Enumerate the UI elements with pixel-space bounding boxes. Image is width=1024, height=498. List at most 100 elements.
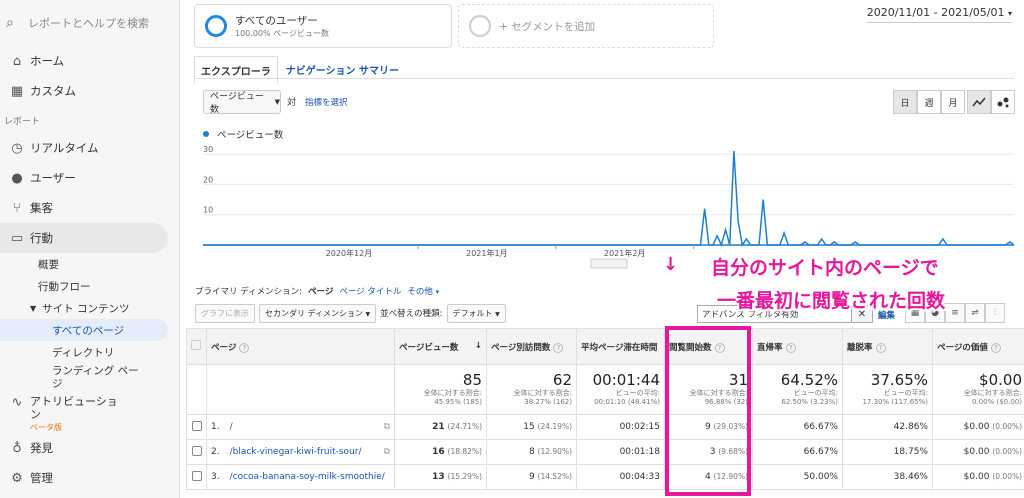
person-icon: ●	[11, 170, 23, 186]
day-button[interactable]: 日	[893, 90, 917, 114]
sort-type-label: 並べ替えの種類:	[380, 309, 443, 319]
sidebar-item-users[interactable]: ● ユーザー	[0, 163, 179, 193]
total-cell: 00:01:44 ビューの平均: 00:01:10 (48.41%)	[576, 364, 665, 415]
total-cell: 62 全体に対する割合: 38.27% (162)	[486, 364, 577, 415]
data-table: ページ? ページビュー数 ↓ ページ別訪問数? 平均ページ滞在時間 閲覧開始数? …	[186, 328, 1024, 490]
sidebar-item-realtime[interactable]: ◷ リアルタイム	[0, 133, 179, 163]
term-cloud-icon[interactable]: ⫶	[985, 303, 1005, 323]
sidebar-item-custom[interactable]: ▦ カスタム	[0, 76, 179, 106]
total-cell: 37.65% ビューの平均: 17.30% (117.65%)	[842, 364, 933, 415]
sidebar-item-home[interactable]: ⌂ ホーム	[0, 46, 179, 76]
page-link[interactable]: /	[230, 422, 233, 432]
select-metric-link[interactable]: 指標を選択	[305, 96, 348, 108]
date-range-picker[interactable]: 2020/11/01 - 2021/05/01 ▾	[866, 6, 1012, 23]
header-exit-rate[interactable]: 離脱率?	[842, 328, 933, 365]
row-checkbox[interactable]	[186, 414, 207, 440]
series-line-pageviews	[203, 151, 1015, 248]
x-tick-label: 2021年2月	[604, 248, 645, 258]
motion-chart-icon[interactable]	[991, 90, 1015, 114]
chart-collapse-handle	[590, 258, 628, 269]
header-page[interactable]: ページ?	[206, 328, 395, 365]
vs-label: 対	[287, 98, 297, 108]
metric-select[interactable]: ページビュー数 ▼	[203, 90, 281, 115]
tab-divider	[194, 78, 1014, 79]
page-link[interactable]: /black-vinegar-kiwi-fruit-sour/	[230, 447, 362, 457]
sidebar-sub-overview[interactable]: 概要	[0, 253, 179, 275]
sidebar-item-discover[interactable]: ♁ 発見	[0, 433, 179, 463]
y-tick-label: 10	[203, 206, 213, 215]
secondary-dimension-select[interactable]: セカンダリ ディメンション ▼	[259, 303, 377, 323]
page-link[interactable]: /cocoa-banana-soy-milk-smoothie/	[230, 472, 385, 482]
x-tick-label: 2021年1月	[466, 248, 507, 258]
sidebar-sub-behavior-flow[interactable]: 行動フロー	[0, 275, 179, 297]
primary-dimension-row: プライマリ ディメンション: ページ ページ タイトル その他 ▾	[195, 285, 440, 297]
lightbulb-icon: ♁	[12, 440, 22, 456]
help-icon: ?	[990, 342, 1001, 353]
performance-bar-icon[interactable]: ≡	[945, 303, 965, 323]
dimension-page-title[interactable]: ページ タイトル	[339, 285, 401, 297]
dropdown-caret-icon: ▼	[365, 310, 371, 318]
tab-navigation-summary[interactable]: ナビゲーション サマリー	[278, 56, 407, 84]
beta-badge: ベータ版	[30, 423, 62, 432]
header-avg-time[interactable]: 平均ページ滞在時間	[576, 328, 665, 365]
dashboard-icon: ▦	[10, 83, 24, 99]
total-cell: 85 全体に対する割合: 45.95% (185)	[394, 364, 487, 415]
time-granularity: 日 週 月	[893, 90, 965, 114]
sidebar-item-attribution[interactable]: ∿ アトリビューショ ン ベータ版	[0, 393, 179, 433]
add-segment-button[interactable]: + セグメントを追加	[458, 4, 714, 48]
search-input[interactable]: レポートとヘルプを検索	[28, 15, 149, 31]
chart-legend: ページビュー数	[203, 127, 283, 141]
dimension-other[interactable]: その他 ▾	[407, 285, 439, 297]
table-row: 2./black-vinegar-kiwi-fruit-sour/⧉ 16 (1…	[186, 439, 1024, 465]
header-page-value[interactable]: ページの価値?	[932, 328, 1024, 365]
chevron-down-icon: ▾	[1007, 9, 1012, 18]
caret-down-icon: ▼	[30, 303, 37, 313]
sidebar-sub-directory[interactable]: ディレクトリ	[0, 341, 179, 363]
external-link-icon[interactable]: ⧉	[384, 447, 390, 457]
behavior-icon: ▭	[10, 230, 24, 246]
search-bar[interactable]: ⌕ レポートとヘルプを検索	[0, 0, 179, 46]
sidebar-item-acquisition[interactable]: ⑂ 集客	[0, 193, 179, 223]
plot-rows-button[interactable]: グラフに表示	[195, 303, 255, 323]
table-header-row: ページ? ページビュー数 ↓ ページ別訪問数? 平均ページ滞在時間 閲覧開始数? …	[186, 328, 1024, 365]
week-button[interactable]: 週	[917, 90, 941, 114]
tab-explorer[interactable]: エクスプローラ	[194, 56, 278, 84]
table-controls: グラフに表示 セカンダリ ディメンション ▼ 並べ替えの種類: デフォルト ▼	[195, 302, 506, 324]
help-icon: ?	[553, 342, 564, 353]
dimension-page[interactable]: ページ	[308, 285, 333, 297]
help-icon: ?	[875, 342, 886, 353]
row-checkbox[interactable]	[186, 464, 207, 490]
page-cell: 3./cocoa-banana-soy-milk-smoothie/	[206, 464, 395, 490]
help-icon: ?	[239, 342, 250, 353]
external-link-icon[interactable]: ⧉	[384, 422, 390, 432]
chart-type-buttons	[967, 90, 1015, 114]
chevron-down-icon: ▾	[435, 288, 440, 296]
sidebar-item-admin[interactable]: ⚙ 管理	[0, 463, 179, 493]
totals-row: 85 全体に対する割合: 45.95% (185) 62 全体に対する割合: 38.27…	[186, 364, 1024, 415]
header-unique-pageviews[interactable]: ページ別訪問数?	[486, 328, 577, 365]
annotation-line-1: 自分のサイト内のページで	[711, 257, 939, 279]
sidebar: ⌕ レポートとヘルプを検索 ⌂ ホーム ▦ カスタム レポート ◷ リアルタイム ● ユ…	[0, 0, 180, 498]
total-cell: $0.00 全体に対する割合: 0.00% ($0.00)	[932, 364, 1024, 415]
sort-type-select[interactable]: デフォルト ▼	[446, 303, 506, 323]
highlight-box	[665, 326, 751, 496]
header-pageviews[interactable]: ページビュー数 ↓	[394, 328, 487, 365]
sidebar-sub-site-content[interactable]: ▼ サイト コンテンツ	[0, 297, 179, 319]
line-chart-icon[interactable]	[967, 90, 991, 114]
table-row: 1. / ⧉ 21 (24.71%) 15 (24.19%) 00:02:15 9 …	[186, 414, 1024, 440]
report-tabs: エクスプローラ ナビゲーション サマリー	[194, 56, 407, 84]
row-checkbox[interactable]	[186, 439, 207, 465]
sidebar-sub-landing-pages[interactable]: ランディング ページ	[0, 363, 179, 393]
page-cell: 1. / ⧉	[206, 414, 395, 440]
attribution-icon: ∿	[11, 395, 23, 410]
acquisition-icon: ⑂	[13, 200, 21, 216]
segment-all-users[interactable]: すべてのユーザー 100.00% ページビュー数	[194, 4, 452, 48]
header-checkbox[interactable]	[186, 328, 207, 365]
sidebar-item-behavior[interactable]: ▭ 行動	[0, 223, 168, 253]
comparison-icon[interactable]: ⇌	[965, 303, 985, 323]
sidebar-sub-all-pages[interactable]: すべてのページ	[0, 319, 168, 341]
page-cell: 2./black-vinegar-kiwi-fruit-sour/⧉	[206, 439, 395, 465]
dropdown-caret-icon: ▼	[495, 310, 500, 318]
month-button[interactable]: 月	[941, 90, 965, 114]
header-bounce-rate[interactable]: 直帰率?	[752, 328, 843, 365]
